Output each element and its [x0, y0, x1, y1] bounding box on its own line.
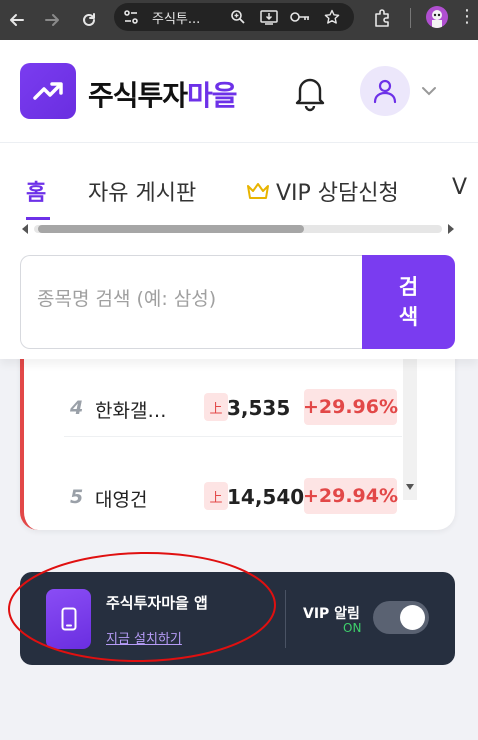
tab-vip-label: VIP 상담신청: [276, 181, 399, 206]
upper-limit-badge: 上: [204, 482, 228, 510]
stock-price: 14,540: [227, 485, 305, 509]
vip-alert-toggle[interactable]: [373, 601, 429, 634]
profile-avatar[interactable]: [426, 6, 448, 28]
row-divider: [64, 436, 402, 437]
chevron-down-icon[interactable]: [420, 82, 438, 100]
site-header: 주식투자마을: [0, 40, 478, 143]
table-row[interactable]: 5 대영건 上 14,540 +29.94%: [24, 478, 404, 518]
app-install-banner: 주식투자마을 앱 지금 설치하기 VIP 알림 ON: [20, 572, 455, 665]
url-text[interactable]: 주식투...: [152, 8, 200, 27]
back-icon[interactable]: [5, 8, 29, 32]
ranking-card: 4 한화갤… 上 3,535 +29.96% 5 대영건 上 14,540 +2…: [20, 330, 455, 530]
stock-price: 3,535: [227, 396, 291, 420]
app-title: 주식투자마을 앱: [106, 594, 208, 612]
toolbar-divider: [410, 8, 411, 28]
scroll-down-arrow-icon[interactable]: [406, 484, 414, 490]
crown-icon: [246, 181, 270, 207]
zoom-icon[interactable]: [228, 7, 248, 27]
change-badge: +29.96%: [303, 389, 398, 425]
nav-horizontal-scrollbar[interactable]: [22, 223, 454, 235]
brand-accent: 마을: [187, 79, 238, 112]
kebab-menu-icon[interactable]: ⋮: [458, 6, 476, 27]
site-logo[interactable]: [20, 63, 76, 119]
tab-vip-consult[interactable]: VIP 상담신청: [246, 175, 399, 207]
vip-alert-state: ON: [343, 621, 362, 635]
scroll-right-arrow-icon[interactable]: [448, 224, 454, 234]
scroll-left-arrow-icon[interactable]: [22, 224, 28, 234]
brand-name[interactable]: 주식투자마을: [88, 74, 238, 114]
stock-name[interactable]: 한화갤…: [95, 396, 166, 423]
key-icon[interactable]: [290, 7, 310, 27]
scroll-thumb[interactable]: [38, 225, 304, 233]
star-icon[interactable]: [322, 7, 342, 27]
rank-number: 5: [70, 486, 84, 508]
site-info-icon[interactable]: [121, 7, 141, 27]
change-badge: +29.94%: [303, 478, 398, 514]
vip-alert-label: VIP 알림: [303, 606, 360, 622]
bell-icon[interactable]: [290, 72, 330, 112]
stock-name[interactable]: 대영건: [95, 485, 147, 512]
brand-main: 주식투자: [88, 79, 188, 112]
search-button[interactable]: 검색: [362, 255, 455, 349]
install-app-icon[interactable]: [259, 7, 279, 27]
banner-divider: [285, 590, 286, 648]
rank-number: 4: [70, 397, 84, 419]
trend-up-icon: [33, 82, 63, 100]
tab-overflow[interactable]: V: [452, 175, 467, 200]
tab-free-board[interactable]: 자유 게시판: [88, 175, 196, 207]
table-row[interactable]: 4 한화갤… 上 3,535 +29.96%: [24, 389, 404, 429]
user-icon: [373, 79, 397, 104]
user-avatar[interactable]: [360, 66, 410, 116]
address-bar[interactable]: 주식투...: [114, 3, 354, 31]
search-button-line2: 색: [398, 305, 419, 329]
search-box[interactable]: [20, 255, 362, 349]
browser-toolbar: 주식투... ⋮: [0, 0, 478, 40]
search-input[interactable]: [37, 288, 357, 310]
reload-icon[interactable]: [77, 8, 101, 32]
forward-icon[interactable]: [40, 8, 64, 32]
puzzle-icon[interactable]: [372, 7, 394, 29]
main-nav: 홈 자유 게시판 VIP 상담신청 V: [0, 143, 478, 239]
search-button-line1: 검: [398, 275, 419, 299]
tab-home[interactable]: 홈: [26, 175, 51, 220]
search-bar: 검색: [0, 239, 478, 359]
install-now-link[interactable]: 지금 설치하기: [106, 628, 182, 647]
smartphone-icon: [46, 589, 91, 649]
upper-limit-badge: 上: [204, 393, 228, 421]
toggle-knob[interactable]: [400, 605, 425, 630]
